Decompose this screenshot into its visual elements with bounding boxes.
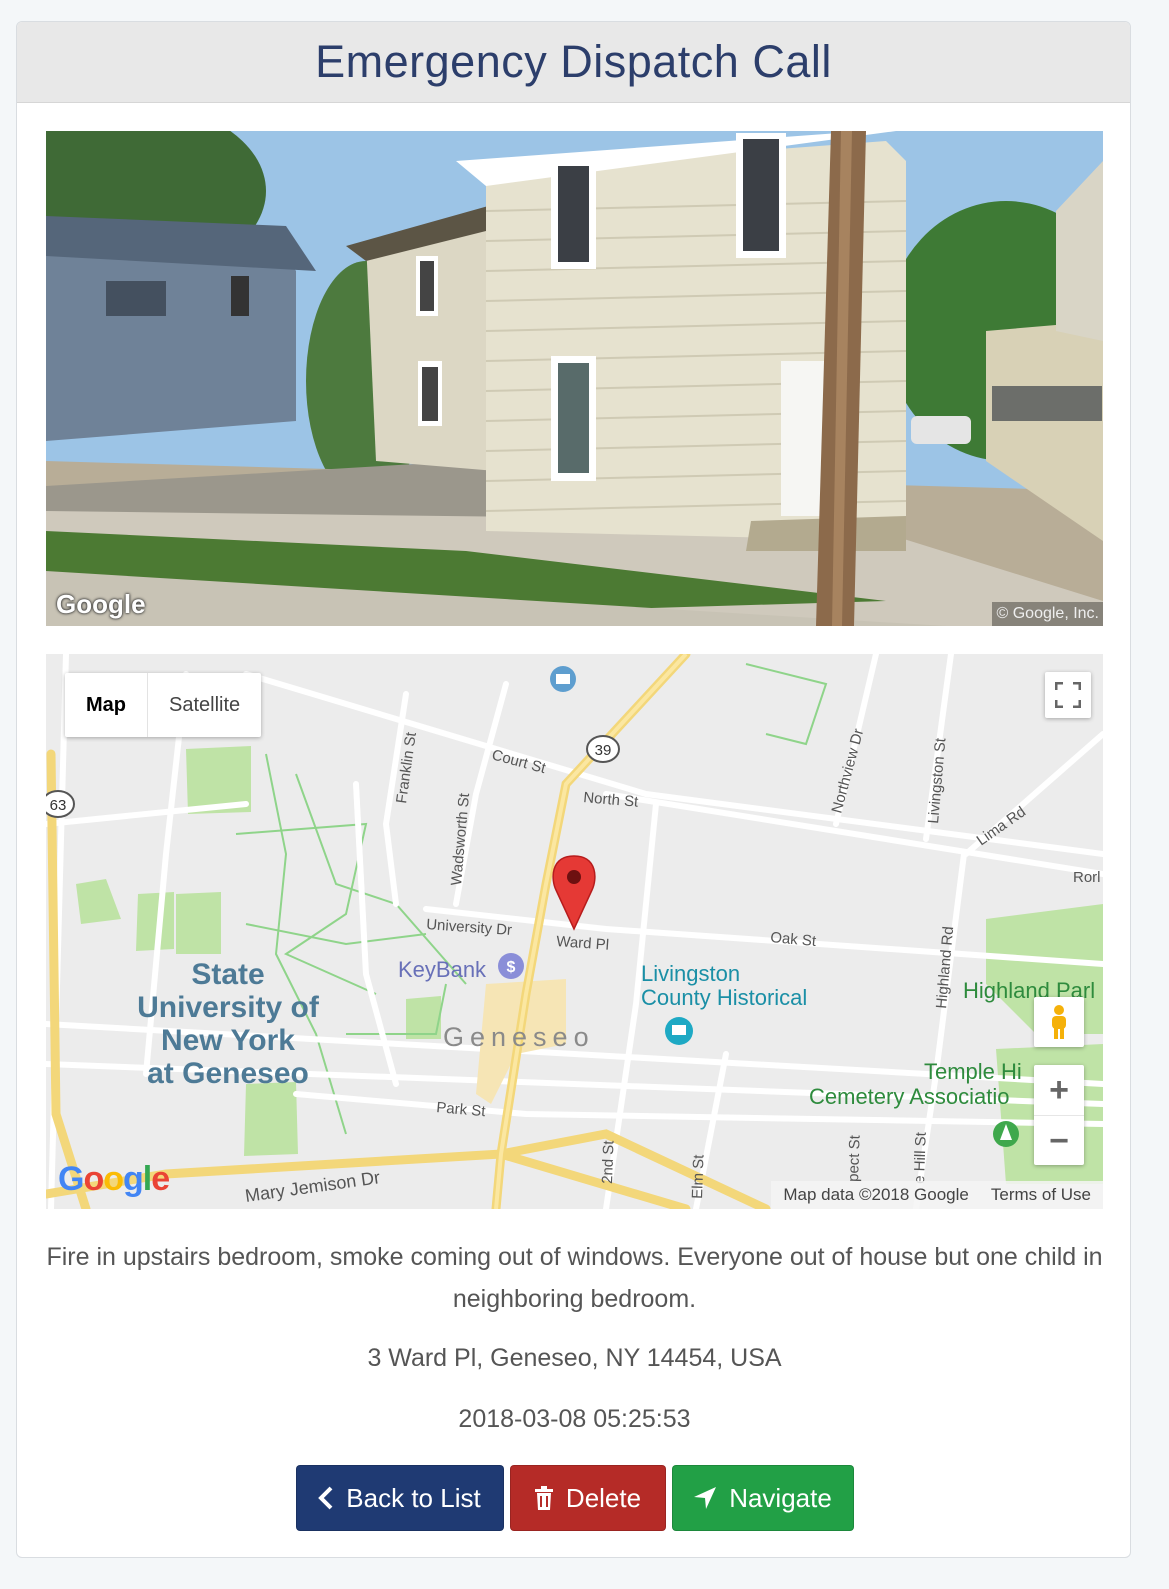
museum-icon — [550, 666, 576, 692]
navigate-button[interactable]: Navigate — [671, 1465, 854, 1531]
call-description: Fire in upstairs bedroom, smoke coming o… — [46, 1243, 1103, 1313]
zoom-control: + − — [1034, 1065, 1084, 1165]
fullscreen-button[interactable] — [1045, 672, 1091, 718]
back-to-list-label: Back to List — [346, 1482, 481, 1513]
delete-button[interactable]: Delete — [509, 1465, 666, 1531]
map-data-attribution: Map data ©2018 Google — [783, 1185, 969, 1204]
livingston-label-line1: Livingston — [641, 961, 740, 986]
chevron-left-icon — [318, 1486, 333, 1510]
map-view[interactable]: 39 63 $ Court St North St Franklin St Wa… — [46, 654, 1103, 1209]
pegman-button[interactable] — [1034, 997, 1084, 1047]
call-address: 3 Ward Pl, Geneseo, NY 14454, USA — [367, 1344, 782, 1372]
map-type-satellite-button[interactable]: Satellite — [148, 673, 261, 737]
map-google-logo: Google — [58, 1160, 170, 1198]
prospect-st-label: pect St — [845, 1134, 864, 1182]
suny-label-line3: New York — [161, 1024, 295, 1057]
call-timestamp: 2018-03-08 05:25:53 — [458, 1405, 691, 1433]
keybank-label: KeyBank — [398, 957, 487, 982]
svg-text:$: $ — [507, 959, 516, 976]
terms-of-use-link[interactable]: Terms of Use — [991, 1185, 1091, 1205]
trash-icon — [534, 1486, 553, 1510]
street-view-image[interactable]: Google © Google, Inc. — [46, 131, 1103, 626]
cemetery-icon — [993, 1121, 1019, 1147]
navigate-label: Navigate — [729, 1482, 832, 1513]
delete-label: Delete — [565, 1482, 642, 1513]
map-type-control: Map Satellite — [65, 673, 262, 737]
page-title: Emergency Dispatch Call — [315, 36, 832, 87]
bank-icon: $ — [498, 953, 524, 979]
elm-st-label: Elm St — [689, 1154, 708, 1200]
street-view-google-logo: Google — [56, 589, 146, 619]
street-view-copyright: © Google, Inc. — [992, 602, 1103, 626]
suny-label-line1: State — [191, 958, 264, 991]
map-footer: Map data ©2018 Google Terms of Use — [771, 1181, 1103, 1209]
action-buttons: Back to List Delete Navigate — [17, 1465, 1130, 1531]
street-view-scene — [46, 131, 1103, 626]
2nd-st-label: 2nd St — [599, 1139, 618, 1184]
rorl-label: Rorl — [1073, 869, 1101, 886]
suny-label-line4: at Geneseo — [147, 1057, 309, 1090]
route-63-label: 63 — [50, 797, 67, 814]
geneseo-label: Geneseo — [443, 1022, 595, 1052]
zoom-out-button[interactable]: − — [1034, 1116, 1084, 1166]
zoom-in-button[interactable]: + — [1034, 1065, 1084, 1116]
suny-label-line2: University of — [137, 991, 320, 1024]
pegman-icon — [1052, 1005, 1066, 1039]
back-to-list-button[interactable]: Back to List — [295, 1465, 504, 1531]
temple-label-line2: Cemetery Associatio — [809, 1084, 1010, 1109]
dispatch-card: Emergency Dispatch Call Google © Google,… — [16, 21, 1131, 1558]
fullscreen-icon — [1055, 682, 1081, 708]
map-canvas: 39 63 $ Court St North St Franklin St Wa… — [46, 654, 1103, 1209]
location-arrow-icon — [694, 1487, 717, 1509]
hill-st-label: e Hill St — [911, 1131, 930, 1184]
livingston-label-line2: County Historical — [641, 985, 807, 1010]
temple-label-line1: Temple Hi — [924, 1059, 1022, 1084]
map-type-map-button[interactable]: Map — [65, 673, 148, 737]
route-39-label: 39 — [595, 742, 612, 759]
historical-museum-icon — [665, 1017, 693, 1045]
card-header: Emergency Dispatch Call — [17, 22, 1130, 103]
